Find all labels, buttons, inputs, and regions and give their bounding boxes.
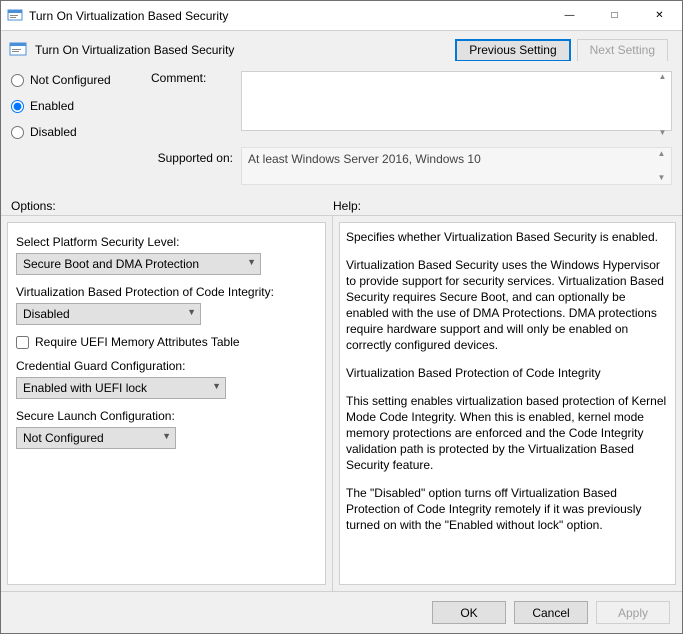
radio-disabled[interactable]: Disabled — [11, 125, 151, 139]
help-text[interactable]: Specifies whether Virtualization Based S… — [339, 222, 676, 585]
radio-not-configured[interactable]: Not Configured — [11, 73, 151, 87]
supported-spinner: ▲▼ — [654, 150, 669, 182]
options-header: Options: — [11, 199, 333, 213]
secure-launch-label: Secure Launch Configuration: — [16, 409, 317, 423]
help-paragraph: Specifies whether Virtualization Based S… — [346, 229, 669, 245]
close-button[interactable]: ✕ — [637, 1, 682, 30]
uefi-attributes-checkbox-input[interactable] — [16, 336, 29, 349]
help-pane: Specifies whether Virtualization Based S… — [333, 216, 682, 591]
radio-label: Not Configured — [30, 73, 111, 87]
comment-label: Comment: — [151, 71, 241, 139]
upper-config: Not Configured Enabled Disabled Comment:… — [1, 61, 682, 199]
chevron-down-icon: ▼ — [187, 307, 196, 317]
select-value: Disabled — [23, 307, 70, 321]
select-value: Enabled with UEFI lock — [23, 381, 147, 395]
select-value: Not Configured — [23, 431, 104, 445]
titlebar: Turn On Virtualization Based Security ― … — [1, 1, 682, 31]
credential-guard-select[interactable]: Enabled with UEFI lock ▼ — [16, 377, 226, 399]
policy-title: Turn On Virtualization Based Security — [35, 43, 455, 57]
platform-security-select[interactable]: Secure Boot and DMA Protection ▼ — [16, 253, 261, 275]
help-header: Help: — [333, 199, 672, 213]
select-value: Secure Boot and DMA Protection — [23, 257, 199, 271]
help-paragraph: This setting enables virtualization base… — [346, 393, 669, 473]
credential-guard-label: Credential Guard Configuration: — [16, 359, 317, 373]
help-paragraph: Virtualization Based Security uses the W… — [346, 257, 669, 353]
apply-button: Apply — [596, 601, 670, 624]
previous-setting-button[interactable]: Previous Setting — [455, 39, 570, 62]
gpo-editor-window: Turn On Virtualization Based Security ― … — [0, 0, 683, 634]
state-radio-group: Not Configured Enabled Disabled — [11, 71, 151, 139]
radio-enabled[interactable]: Enabled — [11, 99, 151, 113]
radio-label: Enabled — [30, 99, 74, 113]
chevron-down-icon: ▼ — [212, 381, 221, 391]
next-setting-button: Next Setting — [577, 39, 668, 62]
maximize-button[interactable]: □ — [592, 1, 637, 30]
supported-on-text: At least Windows Server 2016, Windows 10 — [248, 152, 481, 166]
radio-label: Disabled — [30, 125, 77, 139]
chevron-down-icon: ▼ — [162, 431, 171, 441]
help-paragraph: Virtualization Based Protection of Code … — [346, 365, 669, 381]
uefi-attributes-checkbox[interactable]: Require UEFI Memory Attributes Table — [16, 335, 317, 349]
vbci-select[interactable]: Disabled ▼ — [16, 303, 201, 325]
header-bar: Turn On Virtualization Based Security Pr… — [1, 31, 682, 61]
comment-spinner[interactable]: ▲▼ — [655, 73, 670, 137]
cancel-button[interactable]: Cancel — [514, 601, 588, 624]
minimize-button[interactable]: ― — [547, 1, 592, 30]
policy-icon — [9, 41, 29, 59]
ok-button[interactable]: OK — [432, 601, 506, 624]
window-title: Turn On Virtualization Based Security — [29, 9, 547, 23]
radio-enabled-input[interactable] — [11, 100, 24, 113]
dialog-footer: OK Cancel Apply — [1, 591, 682, 633]
radio-disabled-input[interactable] — [11, 126, 24, 139]
vbci-label: Virtualization Based Protection of Code … — [16, 285, 317, 299]
checkbox-label: Require UEFI Memory Attributes Table — [35, 335, 240, 349]
chevron-down-icon: ▼ — [247, 257, 256, 267]
secure-launch-select[interactable]: Not Configured ▼ — [16, 427, 176, 449]
column-headers: Options: Help: — [1, 199, 682, 216]
policy-icon — [7, 8, 23, 24]
supported-on-value: At least Windows Server 2016, Windows 10… — [241, 147, 672, 185]
supported-on-label: Supported on: — [151, 147, 241, 185]
body-split: Select Platform Security Level: Secure B… — [1, 216, 682, 591]
help-paragraph: The "Disabled" option turns off Virtuali… — [346, 485, 669, 533]
options-pane: Select Platform Security Level: Secure B… — [1, 216, 333, 591]
radio-not-configured-input[interactable] — [11, 74, 24, 87]
comment-textarea[interactable] — [241, 71, 672, 131]
platform-security-label: Select Platform Security Level: — [16, 235, 317, 249]
